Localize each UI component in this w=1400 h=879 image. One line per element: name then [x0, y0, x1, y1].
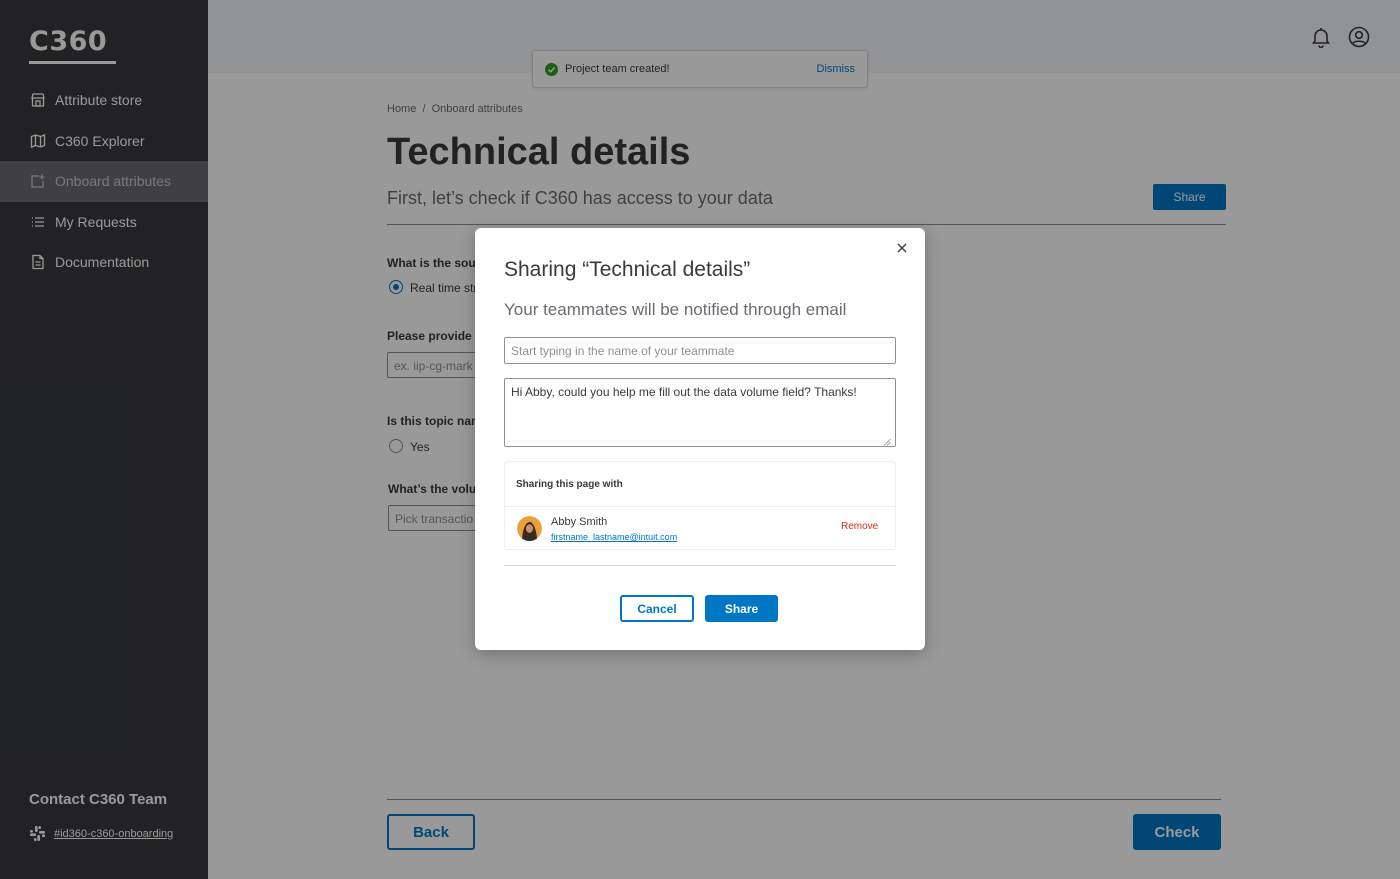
remove-person-link[interactable]: Remove — [841, 521, 878, 532]
divider — [505, 506, 895, 507]
message-textarea[interactable]: Hi Abby, could you help me fill out the … — [504, 378, 896, 447]
teammate-search-input[interactable] — [504, 337, 896, 364]
modal-subtitle: Your teammates will be notified through … — [504, 300, 847, 319]
modal-title: Sharing “Technical details” — [504, 258, 751, 281]
resize-grip-icon[interactable] — [883, 433, 891, 446]
close-icon[interactable] — [895, 241, 909, 255]
share-button[interactable]: Share — [705, 595, 778, 622]
cancel-button[interactable]: Cancel — [620, 595, 694, 622]
share-modal: Sharing “Technical details” Your teammat… — [475, 228, 925, 650]
person-email-link[interactable]: firstname_lastname@intuit.com — [551, 532, 677, 542]
divider — [504, 565, 896, 566]
sharing-list: Sharing this page with Abby Smith firstn… — [504, 461, 896, 550]
sharing-heading: Sharing this page with — [516, 479, 623, 490]
avatar — [517, 516, 542, 541]
person-name: Abby Smith — [551, 516, 608, 528]
